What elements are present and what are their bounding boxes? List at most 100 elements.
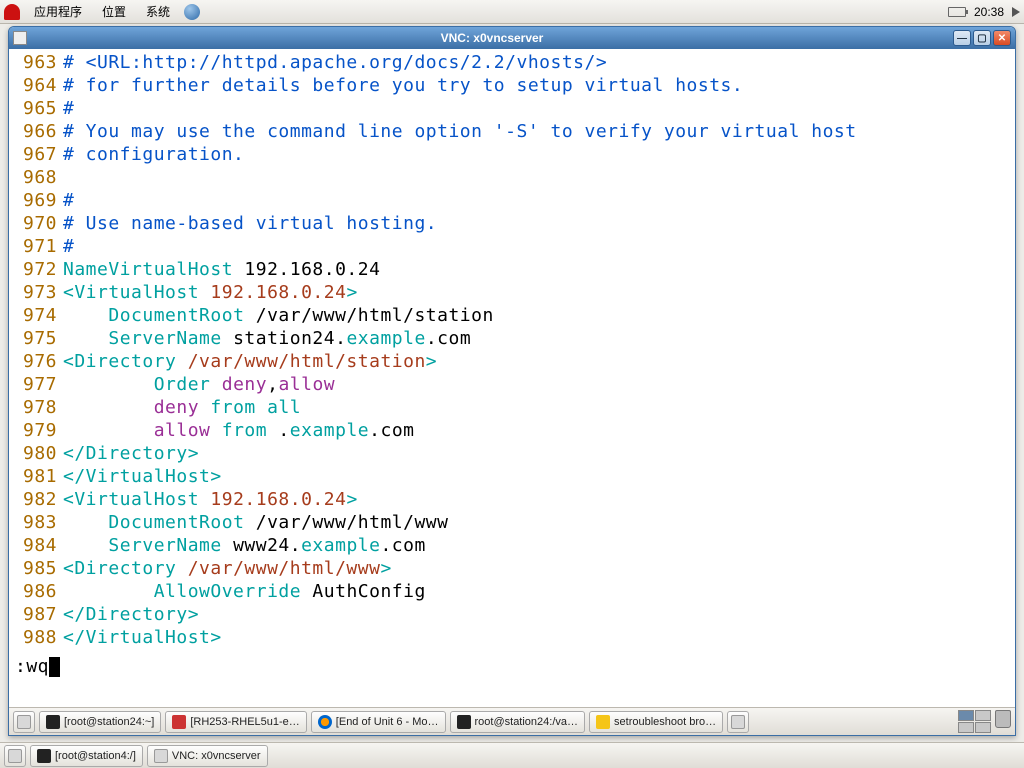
minimize-button[interactable]: — xyxy=(953,30,971,46)
editor-line: 985<Directory /var/www/html/www> xyxy=(15,557,1015,580)
desk-icon xyxy=(8,749,22,763)
workspace-switcher[interactable] xyxy=(958,710,991,733)
code-token: example xyxy=(301,535,380,556)
line-number: 979 xyxy=(15,419,57,442)
code-token: AuthConfig xyxy=(301,581,426,602)
host-menu-places[interactable]: 位置 xyxy=(96,1,132,22)
code-token xyxy=(63,420,154,441)
desk-icon xyxy=(731,715,745,729)
code-token: all xyxy=(267,397,301,418)
term-icon xyxy=(46,715,60,729)
taskbar-item[interactable]: [End of Unit 6 - Mo… xyxy=(311,711,446,733)
code-token: DocumentRoot xyxy=(108,305,244,326)
battery-icon[interactable] xyxy=(948,7,966,17)
code-token: DocumentRoot xyxy=(108,512,244,533)
line-number: 973 xyxy=(15,281,57,304)
code-token: <VirtualHost xyxy=(63,282,210,303)
code-token: </VirtualHost> xyxy=(63,627,222,648)
close-button[interactable]: ✕ xyxy=(993,30,1011,46)
term-icon xyxy=(37,749,51,763)
code-token: .com xyxy=(380,535,425,556)
code-token: > xyxy=(346,489,357,510)
titlebar[interactable]: VNC: x0vncserver — ▢ ✕ xyxy=(9,27,1015,49)
editor-line: 969# xyxy=(15,189,1015,212)
taskbar-item-label: [End of Unit 6 - Mo… xyxy=(336,716,439,728)
code-token: . xyxy=(267,420,290,441)
code-token xyxy=(63,581,154,602)
line-number: 980 xyxy=(15,442,57,465)
line-number: 971 xyxy=(15,235,57,258)
editor-line: 986 AllowOverride AuthConfig xyxy=(15,580,1015,603)
code-token: NameVirtualHost xyxy=(63,259,233,280)
guest-taskbar: [root@station24:~] [RH253-RHEL5u1-e… [End … xyxy=(9,707,1015,735)
code-token xyxy=(63,535,108,556)
line-number: 975 xyxy=(15,327,57,350)
speaker-icon[interactable] xyxy=(1012,7,1020,17)
distro-icon[interactable] xyxy=(4,4,20,20)
code-token: # for further details before you try to … xyxy=(63,75,743,96)
taskbar-item[interactable]: root@station24:/va… xyxy=(450,711,586,733)
trash-icon[interactable] xyxy=(995,710,1011,728)
code-token: # xyxy=(63,98,74,119)
line-number: 982 xyxy=(15,488,57,511)
line-number: 986 xyxy=(15,580,57,603)
code-token: allow xyxy=(278,374,335,395)
vnc-window: VNC: x0vncserver — ▢ ✕ 963# <URL:http://… xyxy=(8,26,1016,736)
editor-line: 968 xyxy=(15,166,1015,189)
vim-editor[interactable]: 963# <URL:http://httpd.apache.org/docs/2… xyxy=(9,49,1015,707)
code-token: > xyxy=(426,351,437,372)
editor-line: 967# configuration. xyxy=(15,143,1015,166)
editor-line: 988 </VirtualHost> xyxy=(15,626,1015,649)
code-token xyxy=(210,420,221,441)
code-token xyxy=(63,328,108,349)
line-number: 984 xyxy=(15,534,57,557)
line-number: 970 xyxy=(15,212,57,235)
window-icon xyxy=(13,31,27,45)
editor-text-area[interactable]: 963# <URL:http://httpd.apache.org/docs/2… xyxy=(9,49,1015,655)
editor-line: 979 allow from .example.com xyxy=(15,419,1015,442)
line-number: 983 xyxy=(15,511,57,534)
desk-icon xyxy=(17,715,31,729)
code-token: Order xyxy=(154,374,211,395)
editor-line: 987</Directory> xyxy=(15,603,1015,626)
host-menu-system[interactable]: 系统 xyxy=(140,1,176,22)
vim-command-line[interactable]: :wq xyxy=(9,655,1015,678)
code-token: from xyxy=(210,397,255,418)
taskbar-item[interactable]: setroubleshoot bro… xyxy=(589,711,723,733)
code-token: deny xyxy=(154,397,199,418)
maximize-button[interactable]: ▢ xyxy=(973,30,991,46)
code-token xyxy=(63,512,108,533)
code-token: /var/www/html/station xyxy=(244,305,493,326)
taskbar-item[interactable]: [root@station4:/] xyxy=(30,745,143,767)
globe-icon[interactable] xyxy=(184,4,200,20)
code-token: /var/www/html/www xyxy=(244,512,448,533)
host-menu-apps[interactable]: 应用程序 xyxy=(28,1,88,22)
code-token: .com xyxy=(426,328,471,349)
line-number: 988 xyxy=(15,626,57,649)
code-token: <Directory xyxy=(63,558,188,579)
code-token: # <URL:http://httpd.apache.org/docs/2.2/… xyxy=(63,52,607,73)
desk-icon xyxy=(154,749,168,763)
editor-line: 971# xyxy=(15,235,1015,258)
taskbar-item-label: [root@station4:/] xyxy=(55,750,136,762)
code-token: # xyxy=(63,190,74,211)
taskbar-item[interactable] xyxy=(13,711,35,733)
code-token: /var/www/html/station xyxy=(188,351,426,372)
taskbar-item[interactable]: [RH253-RHEL5u1-e… xyxy=(165,711,306,733)
line-number: 974 xyxy=(15,304,57,327)
code-token: > xyxy=(380,558,391,579)
line-number: 985 xyxy=(15,557,57,580)
taskbar-item[interactable]: [root@station24:~] xyxy=(39,711,161,733)
taskbar-item-label: [RH253-RHEL5u1-e… xyxy=(190,716,299,728)
editor-line: 983 DocumentRoot /var/www/html/www xyxy=(15,511,1015,534)
taskbar-item[interactable] xyxy=(727,711,749,733)
editor-line: 982<VirtualHost 192.168.0.24> xyxy=(15,488,1015,511)
term-icon xyxy=(457,715,471,729)
code-token xyxy=(256,397,267,418)
taskbar-item[interactable]: VNC: x0vncserver xyxy=(147,745,268,767)
editor-line: 974 DocumentRoot /var/www/html/station xyxy=(15,304,1015,327)
taskbar-item[interactable] xyxy=(4,745,26,767)
code-token: # Use name-based virtual hosting. xyxy=(63,213,437,234)
clock[interactable]: 20:38 xyxy=(974,5,1004,19)
line-number: 967 xyxy=(15,143,57,166)
